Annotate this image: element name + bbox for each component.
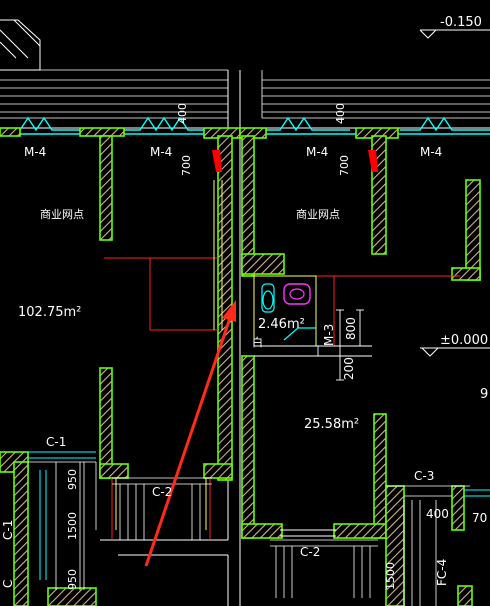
dim-700-right: 700 (338, 155, 351, 176)
door-m3: M-3 (322, 324, 336, 346)
room-area-left: 102.75m² (18, 305, 81, 320)
dim-70-partial: 70 (472, 511, 487, 525)
room-area-right: 25.58m² (304, 417, 359, 432)
dim-1500-right: 1500 (384, 562, 397, 590)
window-c1-side: C-1 (1, 520, 15, 540)
dim-800: 800 (344, 317, 358, 340)
door-m4-d: M-4 (420, 145, 442, 159)
dim-400-left: 400 (176, 103, 189, 124)
dim-200: 200 (342, 357, 356, 380)
partial-label-9: 9 (480, 387, 488, 402)
window-c1-top: C-1 (46, 435, 66, 449)
window-c3: C-3 (414, 469, 434, 483)
room-tag-toilet: 白 (252, 335, 263, 349)
room-name-shop-left: 商业网点 (40, 207, 84, 221)
dim-1500-left: 1500 (66, 512, 79, 540)
door-m4-a: M-4 (24, 145, 46, 159)
door-m4-c: M-4 (306, 145, 328, 159)
dim-400-right: 400 (334, 103, 347, 124)
window-c2-left: C-2 (152, 485, 172, 499)
window-c2-mid: C-2 (300, 545, 320, 559)
cad-floor-plan: -0.150 M-4 M-4 M-4 M-4 400 700 400 700 商… (0, 0, 490, 606)
dim-400-bottom: 400 (426, 507, 449, 521)
room-name-shop-right: 商业网点 (296, 207, 340, 221)
elevation-top-label: -0.150 (440, 15, 482, 30)
elevation-right-label: ±0.000 (440, 333, 488, 348)
dim-950-bottom: 950 (66, 569, 79, 590)
room-area-toilet: 2.46m² (258, 317, 305, 332)
door-m4-b: M-4 (150, 145, 172, 159)
window-fc4: FC-4 (435, 559, 449, 586)
window-c-partial: C (1, 580, 15, 588)
dim-950-top: 950 (66, 469, 79, 490)
dim-700-left: 700 (180, 155, 193, 176)
